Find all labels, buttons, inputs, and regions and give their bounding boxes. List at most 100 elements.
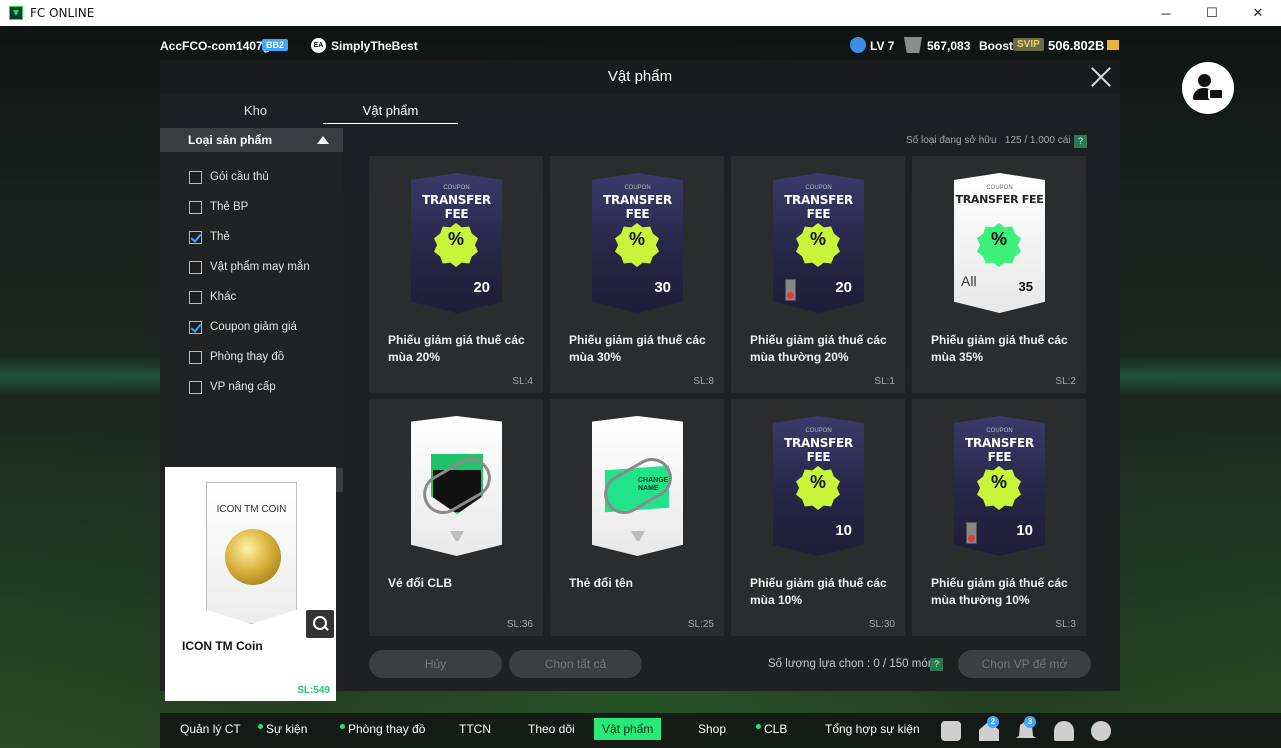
user-icon: [1198, 74, 1211, 87]
item-qty: SL:1: [874, 376, 895, 387]
item-card[interactable]: COUPON TRANSFER FEE% 20 Phiếu giảm giá thuế…: [369, 156, 543, 393]
nav-item[interactable]: Vật phẩm: [594, 718, 662, 740]
transfer-fee-coupon-image: COUPON TRANSFER FEE% 20: [411, 173, 502, 313]
nav-item[interactable]: Quản lý CT: [172, 718, 249, 740]
coupon-percent: 35: [1018, 279, 1033, 294]
minimize-button[interactable]: ─: [1143, 0, 1189, 26]
category-item[interactable]: Thẻ: [160, 222, 343, 252]
level-text: LV 7: [870, 39, 895, 53]
close-panel-button[interactable]: [1090, 66, 1112, 88]
icon-tm-coin-icon: [225, 529, 281, 585]
cancel-button[interactable]: Hủy: [369, 650, 502, 678]
window-title: FC ONLINE: [30, 6, 95, 20]
open-selected-button[interactable]: Chọn VP để mở: [958, 650, 1091, 678]
nav-item-label: Tổng hợp sự kiện: [825, 722, 920, 736]
category-item[interactable]: Khác: [160, 282, 343, 312]
transfer-fee-coupon-image: COUPON TRANSFER FEE% 10: [773, 416, 864, 556]
percent-icon: %: [809, 472, 826, 492]
friends-chat-button[interactable]: [1182, 62, 1234, 114]
nav-item-label: Sự kiện: [266, 722, 308, 736]
rename-card-image: CHANGE NAME: [592, 416, 683, 556]
checkbox[interactable]: [189, 350, 202, 364]
category-sidebar: Loại sản phẩm Gói cầu thủ Thẻ BP Thẻ Vật ph…: [160, 128, 343, 701]
category-item[interactable]: Phòng thay đồ: [160, 342, 343, 372]
percent-icon: %: [990, 472, 1007, 492]
category-item[interactable]: VP nâng cấp: [160, 372, 343, 402]
coupon-percent: 20: [473, 279, 490, 296]
nav-item[interactable]: Phòng thay đồ: [340, 718, 433, 740]
category-item[interactable]: Coupon giảm giá: [160, 312, 343, 342]
nav-item[interactable]: TTCN: [451, 718, 499, 740]
selection-count: Số lượng lựa chọn : 0 / 150 món: [768, 658, 935, 670]
notification-badge: 3: [1024, 716, 1036, 728]
item-qty: SL:25: [687, 619, 714, 630]
owned-count-line: Số loại đang sở hữu 125 / 1.000 cái: [906, 135, 1071, 146]
tab-kho[interactable]: Kho: [188, 98, 323, 124]
checkbox[interactable]: [189, 260, 202, 274]
select-all-button[interactable]: Chọn tất cả: [509, 650, 642, 678]
item-card[interactable]: COUPON TRANSFER FEE% 10 Phiếu giảm giá thuế…: [731, 399, 905, 636]
nav-item[interactable]: Tổng hợp sự kiện: [817, 718, 928, 740]
checkbox[interactable]: [189, 290, 202, 304]
category-item[interactable]: Gói cầu thủ: [160, 162, 343, 192]
detail-item-card: ICON TM COIN: [206, 482, 297, 624]
category-label: Thẻ BP: [210, 201, 249, 213]
coupon-title: TRANSFER FEE: [422, 193, 491, 221]
transfer-fee-coupon-image: COUPON TRANSFER FEE% All 35: [954, 173, 1045, 313]
item-card[interactable]: COUPON TRANSFER FEE% 10 Phiếu giảm giá thuế…: [912, 399, 1086, 636]
nav-item-label: Theo dõi: [528, 722, 575, 736]
item-card[interactable]: COUPON TRANSFER FEE% 20 Phiếu giảm giá thuế…: [731, 156, 905, 393]
category-label: Vật phẩm may mắn: [210, 261, 310, 273]
item-qty: SL:2: [1055, 376, 1076, 387]
nav-item[interactable]: Theo dõi: [520, 718, 583, 740]
nav-item-label: Shop: [698, 722, 727, 736]
sidebar-scrollbar[interactable]: [336, 468, 343, 492]
coupon-percent: 30: [654, 279, 671, 296]
checkbox-checked[interactable]: [189, 320, 202, 334]
category-header[interactable]: Loại sản phẩm: [160, 128, 343, 152]
item-card[interactable]: COUPON TRANSFER FEE% All 35 Phiếu giảm giá t…: [912, 156, 1086, 393]
category-item[interactable]: Thẻ BP: [160, 192, 343, 222]
selection-help-icon[interactable]: ?: [930, 658, 943, 671]
item-name: Phiếu giảm giá thuế các mùa 10%: [750, 576, 887, 607]
coupon-percent: 10: [1016, 522, 1033, 539]
category-label: Coupon giảm giá: [210, 321, 297, 333]
category-label: Gói cầu thủ: [210, 171, 269, 183]
zoom-magnifier-button[interactable]: [306, 610, 334, 638]
coupon-title: TRANSFER FEE: [603, 193, 672, 221]
coupon-percent: 20: [835, 279, 852, 296]
category-item[interactable]: Vật phẩm may mắn: [160, 252, 343, 282]
profile-icon[interactable]: [1054, 721, 1074, 741]
checkbox[interactable]: [189, 170, 202, 184]
new-dot-icon: [258, 724, 263, 729]
account-badge: BB2: [262, 39, 289, 51]
club-change-ticket-image: [411, 416, 502, 556]
item-card[interactable]: Vé đổi CLB SL:36: [369, 399, 543, 636]
nav-item[interactable]: Shop: [690, 718, 734, 740]
close-window-button[interactable]: ✕: [1235, 0, 1281, 26]
top-status-bar: AccFCO-com1407g BB2 EA SimplyTheBest LV …: [0, 32, 1281, 60]
category-header-label: Loại sản phẩm: [188, 133, 273, 147]
team-name: SimplyTheBest: [331, 39, 418, 53]
item-card[interactable]: CHANGE NAME Thẻ đổi tên SL:25: [550, 399, 724, 636]
nav-item[interactable]: Sự kiện: [258, 718, 315, 740]
checkbox[interactable]: [189, 380, 202, 394]
maximize-button[interactable]: ☐: [1189, 0, 1235, 26]
nav-item-label: Quản lý CT: [180, 722, 241, 736]
chat-icon[interactable]: [941, 721, 961, 741]
item-qty: SL:30: [868, 619, 895, 630]
item-name: Phiếu giảm giá thuế các mùa 30%: [569, 333, 706, 364]
checkbox-checked[interactable]: [189, 230, 202, 244]
transfer-fee-coupon-image: COUPON TRANSFER FEE% 20: [773, 173, 864, 313]
panel-tabs: Kho Vật phẩm: [160, 98, 460, 126]
settings-gear-icon[interactable]: [1091, 721, 1111, 741]
items-panel: Vật phẩm Kho Vật phẩm Loại sản phẩm Gói …: [160, 60, 1120, 701]
checkbox[interactable]: [189, 200, 202, 214]
item-card[interactable]: COUPON TRANSFER FEE% 30 Phiếu giảm giá thuế…: [550, 156, 724, 393]
level-icon: [850, 37, 866, 53]
item-name: Thẻ đổi tên: [569, 576, 633, 590]
help-icon[interactable]: ?: [1074, 135, 1087, 148]
collapse-arrow-icon: [317, 136, 329, 144]
nav-item[interactable]: CLB: [756, 718, 795, 740]
tab-vat-pham[interactable]: Vật phẩm: [323, 98, 458, 124]
